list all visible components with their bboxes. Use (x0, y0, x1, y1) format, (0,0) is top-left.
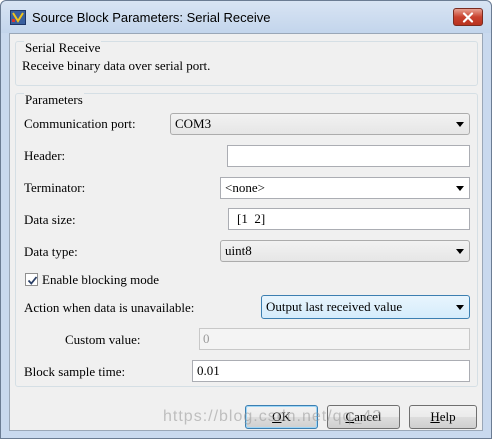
chevron-down-icon (456, 186, 464, 191)
close-button[interactable] (453, 8, 483, 26)
header-input[interactable] (227, 145, 470, 167)
description-group: Serial Receive Receive binary data over … (15, 40, 478, 86)
simulink-block-icon (10, 10, 26, 25)
help-button[interactable]: Help (409, 405, 477, 429)
dialog-body: Serial Receive Receive binary data over … (9, 33, 483, 431)
close-icon (462, 11, 474, 23)
enable-blocking-checkbox[interactable] (25, 273, 38, 286)
checkmark-icon (27, 276, 38, 285)
parameters-group-title: Parameters (24, 92, 84, 108)
header-label: Header: (24, 148, 66, 163)
communication-port-label: Communication port: (24, 116, 136, 131)
data-type-select[interactable]: uint8 (220, 240, 470, 262)
help-mnemonic: H (430, 409, 440, 424)
action-unavailable-select[interactable]: Output last received value (261, 295, 470, 319)
chevron-down-icon (456, 305, 464, 310)
terminator-label: Terminator: (24, 180, 86, 195)
terminator-select[interactable]: <none> (220, 177, 470, 199)
enable-blocking-label[interactable]: Enable blocking mode (42, 272, 159, 288)
data-type-value: uint8 (225, 243, 252, 258)
data-size-input[interactable]: [1 2] (228, 208, 470, 230)
data-type-label: Data type: (24, 244, 78, 259)
title-bar[interactable]: Source Block Parameters: Serial Receive (1, 1, 491, 33)
terminator-value: <none> (225, 180, 265, 195)
chevron-down-icon (456, 122, 464, 127)
chevron-down-icon (456, 249, 464, 254)
custom-value-label: Custom value: (65, 332, 141, 347)
window-title: Source Block Parameters: Serial Receive (32, 10, 271, 25)
watermark-text: https://blog.csdn.net/qq_42 (163, 408, 383, 425)
description-group-title: Serial Receive (24, 40, 102, 56)
communication-port-value: COM3 (175, 116, 212, 131)
action-unavailable-label: Action when data is unavailable: (24, 300, 195, 315)
block-sample-time-input[interactable]: 0.01 (192, 360, 470, 382)
communication-port-select[interactable]: COM3 (170, 113, 470, 135)
dialog-window: Source Block Parameters: Serial Receive … (0, 0, 492, 439)
data-size-label: Data size: (24, 212, 76, 227)
help-label-rest: elp (439, 409, 456, 424)
custom-value-input[interactable]: 0 (199, 328, 470, 350)
description-text: Receive binary data over serial port. (22, 58, 211, 73)
action-unavailable-value: Output last received value (266, 299, 403, 314)
block-sample-time-label: Block sample time: (24, 364, 126, 379)
